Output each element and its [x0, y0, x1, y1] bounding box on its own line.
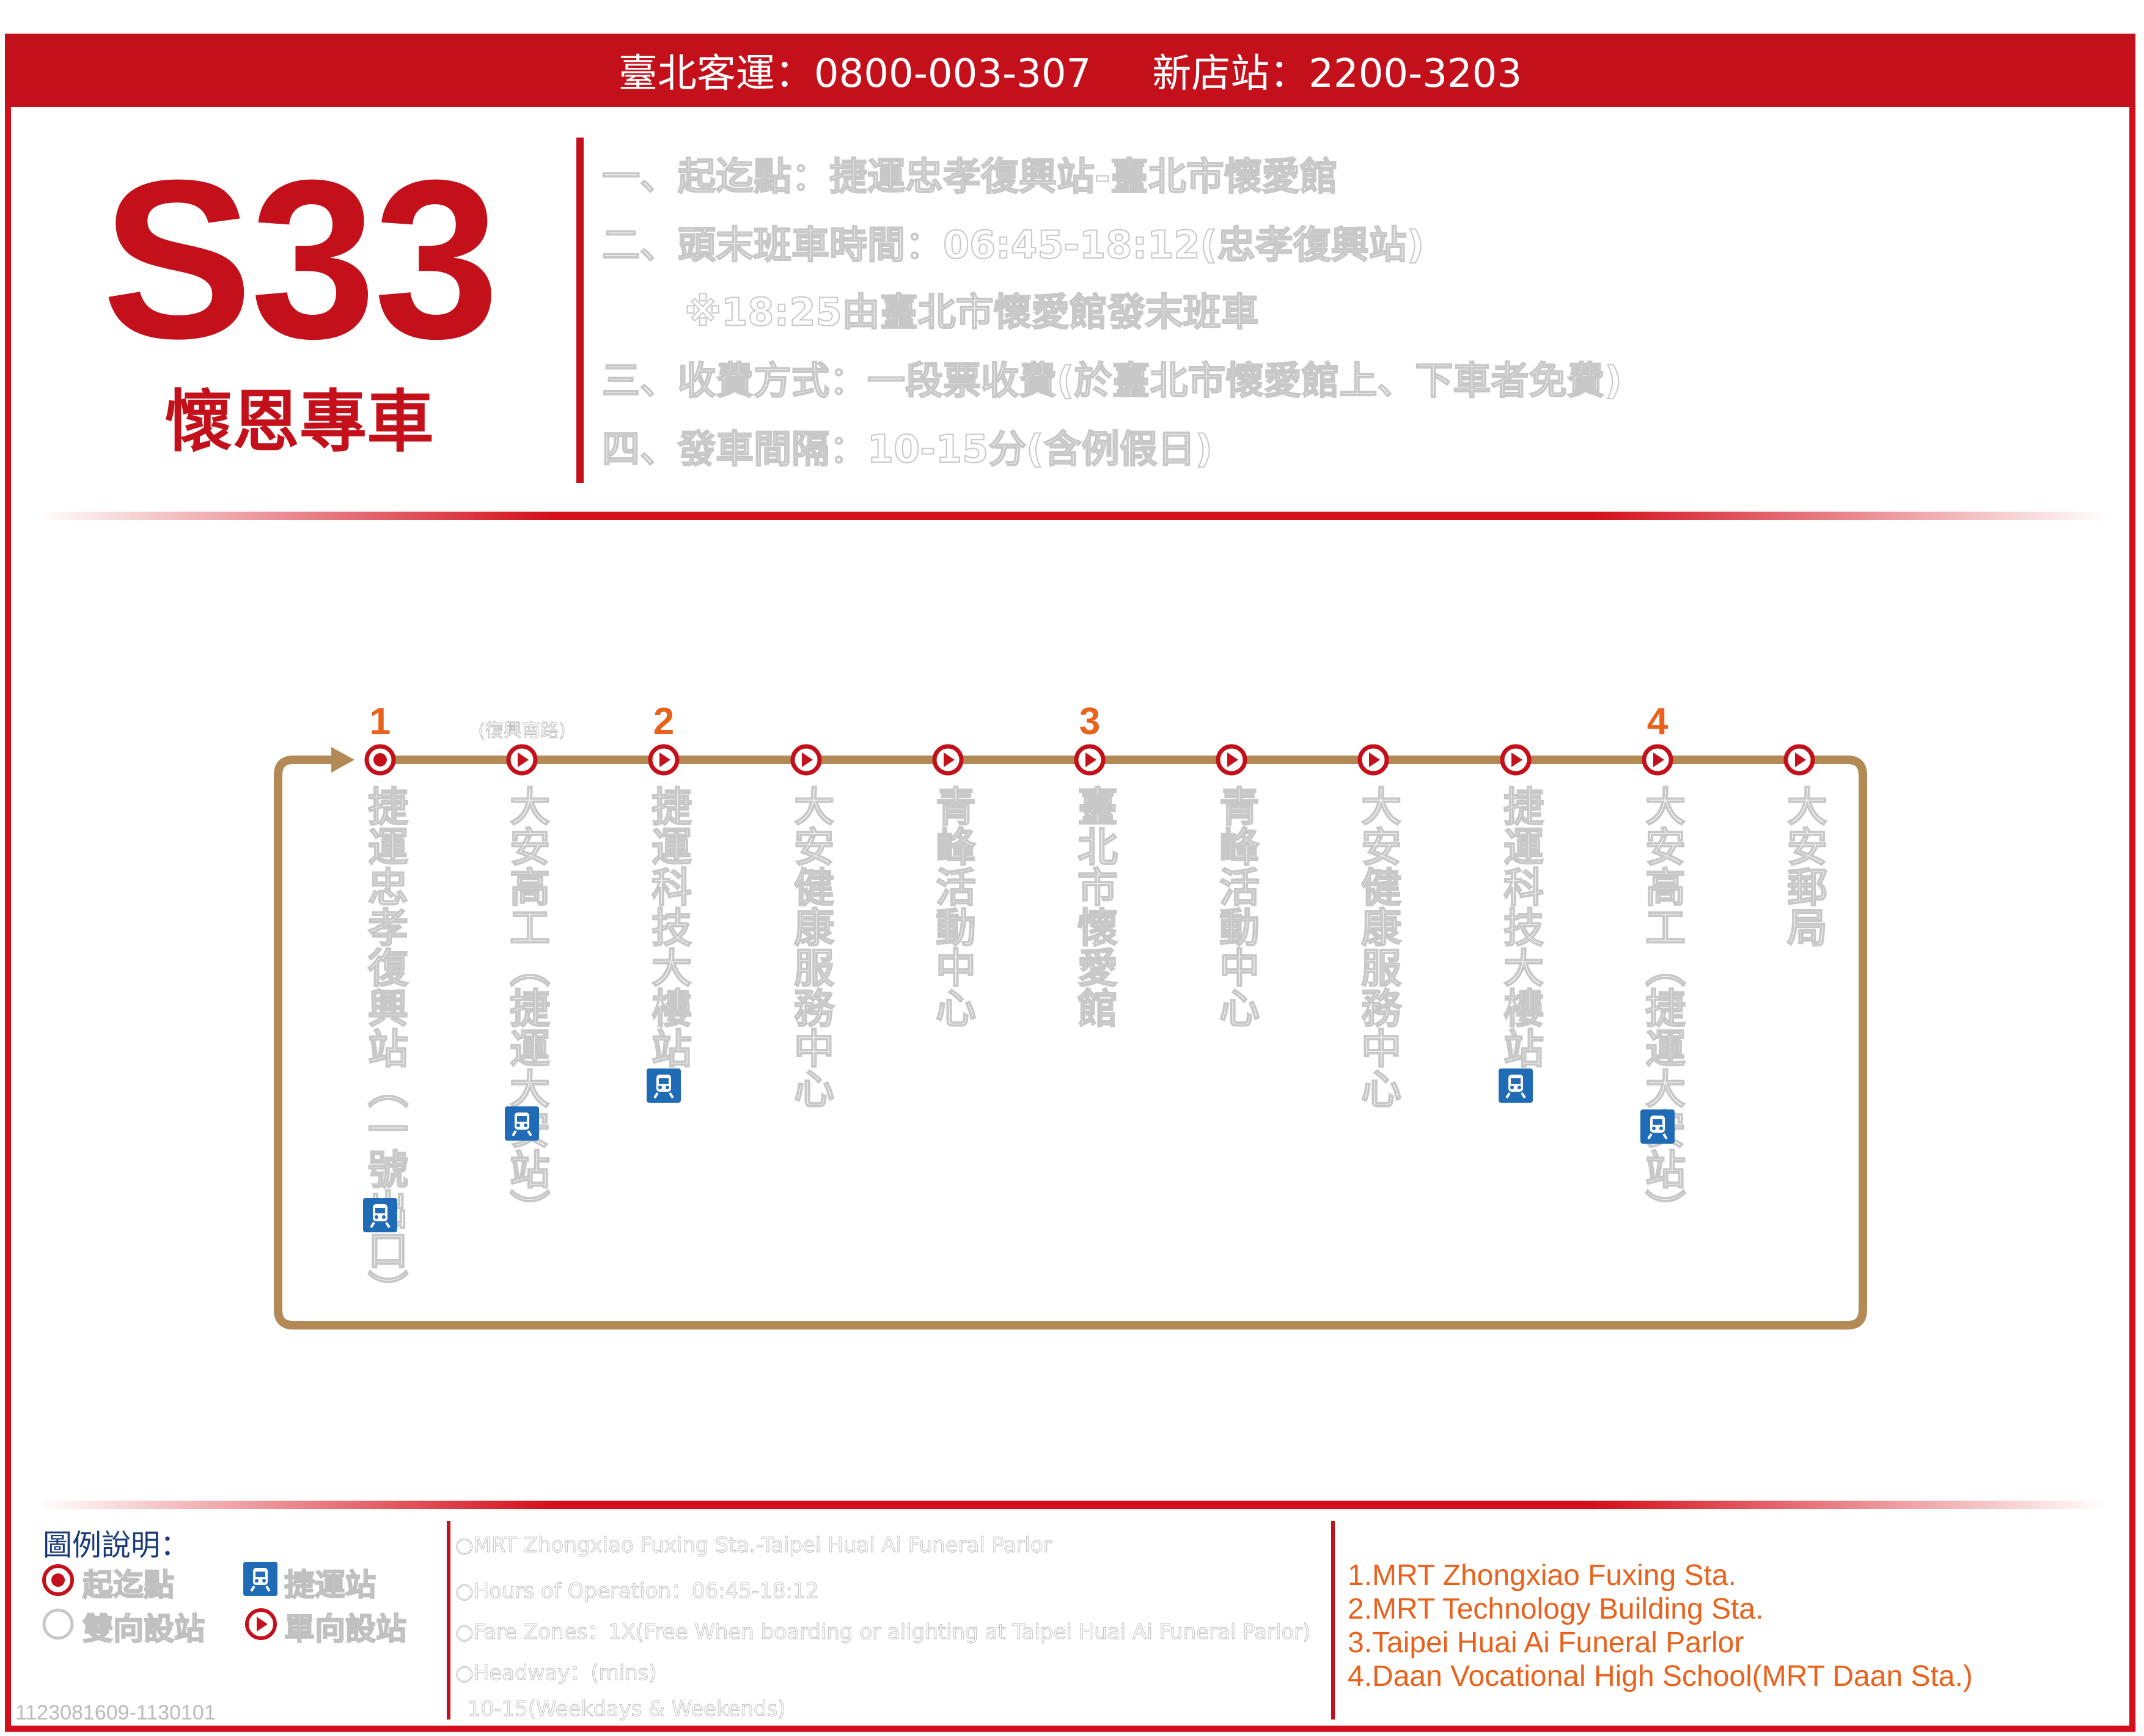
point-3: 3.Taipei Huai Ai Funeral Parlor [1348, 1627, 1744, 1659]
stop-name: 大安健康服務中心 [787, 785, 835, 1109]
legend-one-way-icon [245, 1608, 277, 1640]
doc-code: 1123081609-1130101 [15, 1701, 216, 1724]
legend-one-way-label: 單向設站 [284, 1611, 407, 1647]
stop-name: 大安郵局 [1780, 785, 1828, 947]
separator-bottom [37, 1501, 2109, 1509]
legend-terminal-label: 起迄點 [82, 1567, 175, 1603]
divider-left [447, 1521, 450, 1719]
train-icon [1640, 1109, 1675, 1144]
point-4: 4.Daan Vocational High School(MRT Daan S… [1348, 1660, 1973, 1693]
legend-title: 圖例說明： [43, 1528, 190, 1562]
train-icon [1499, 1068, 1533, 1103]
direction-arrow [331, 747, 354, 773]
legend-mrt-label: 捷運站 [284, 1567, 376, 1603]
point-1: 1.MRT Zhongxiao Fuxing Sta. [1348, 1559, 1736, 1592]
stop-note: (復興南路) [478, 720, 566, 742]
legend-terminal-icon [42, 1564, 74, 1596]
train-icon [505, 1106, 539, 1141]
stop-name: 青峰活動中心 [1212, 785, 1260, 1028]
english-line-2: ○Hours of Operation：06:45-18:12 [455, 1579, 820, 1604]
english-line-4: ○Headway：(mins) [455, 1661, 658, 1686]
stop-number: 1 [369, 701, 391, 743]
english-line-5: 10-15(Weekdays & Weekends) [468, 1697, 787, 1722]
stop-name: 大安高工（捷運大安站） [502, 785, 551, 1230]
stop-name: 青峰活動中心 [928, 785, 977, 1028]
divider-right [1331, 1521, 1335, 1719]
stop-number: 4 [1647, 701, 1669, 743]
train-icon [363, 1198, 397, 1232]
stop-number: 2 [653, 701, 675, 743]
point-2: 2.MRT Technology Building Sta. [1348, 1593, 1764, 1625]
stop-name: 大安健康服務中心 [1354, 785, 1402, 1109]
terminal-dot [373, 753, 387, 767]
stop-name: 大安高工（捷運大安站） [1638, 785, 1686, 1230]
legend-two-way-icon [42, 1608, 74, 1640]
stop-name: 臺北市懷愛館 [1070, 785, 1118, 1028]
stop-name: 捷運科技大樓站 [644, 785, 692, 1068]
english-line-1: ○MRT Zhongxiao Fuxing Sta.-Taipei Huai A… [455, 1533, 1052, 1558]
stop-name: 捷運科技大樓站 [1496, 785, 1544, 1068]
legend-two-way-label: 雙向設站 [82, 1611, 205, 1647]
english-line-3: ○Fare Zones：1X(Free When boarding or ali… [455, 1620, 1311, 1645]
train-icon [647, 1068, 681, 1103]
legend-train-icon [243, 1562, 277, 1596]
stop-number: 3 [1079, 701, 1101, 743]
